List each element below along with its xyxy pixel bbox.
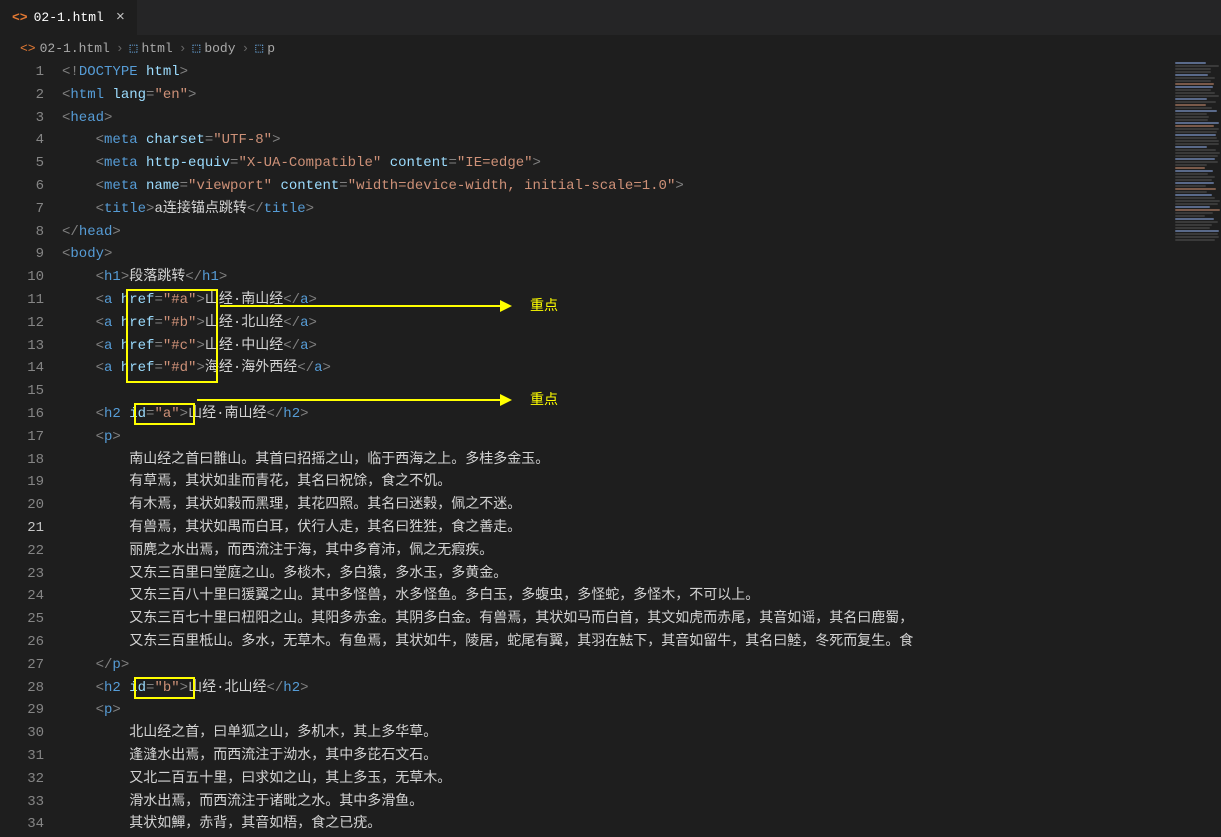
line-number: 9 [0,243,44,266]
line-number: 5 [0,152,44,175]
line-number: 2 [0,84,44,107]
code-line[interactable] [62,380,1221,403]
code-line[interactable]: <html lang="en"> [62,84,1221,107]
minimap[interactable] [1171,61,1221,837]
chevron-right-icon: › [116,41,124,56]
code-line[interactable]: <a href="#a">山经·南山经</a> [62,289,1221,312]
chevron-right-icon: › [242,41,250,56]
line-number: 10 [0,266,44,289]
code-line[interactable]: <p> [62,426,1221,449]
symbol-icon: ⬚ [193,41,201,56]
line-number: 27 [0,654,44,677]
code-line[interactable]: 又东三百七十里曰杻阳之山。其阳多赤金。其阴多白金。有兽焉，其状如马而白首，其文如… [62,608,1221,631]
code-line[interactable]: <a href="#b">山经·北山经</a> [62,312,1221,335]
code-line[interactable]: 南山经之首曰䧿山。其首曰招摇之山，临于西海之上。多桂多金玉。 [62,449,1221,472]
code-line[interactable]: 有兽焉，其状如禺而白耳，伏行人走，其名曰狌狌，食之善走。 [62,517,1221,540]
line-number: 1 [0,61,44,84]
editor-area: 1234567891011121314151617181920212223242… [0,61,1221,837]
editor[interactable]: 1234567891011121314151617181920212223242… [0,61,1221,837]
line-number: 4 [0,129,44,152]
code-line[interactable]: <a href="#d">海经·海外西经</a> [62,357,1221,380]
code-line[interactable]: 又东三百里柢山。多水，无草木。有鱼焉，其状如牛，陵居，蛇尾有翼，其羽在魼下，其音… [62,631,1221,654]
line-number: 16 [0,403,44,426]
line-number: 31 [0,745,44,768]
code-line[interactable]: </p> [62,654,1221,677]
code-content[interactable]: 重点 重点 <!DOCTYPE html><html lang="en"><he… [62,61,1221,837]
code-line[interactable]: <title>a连接锚点跳转</title> [62,198,1221,221]
line-number: 7 [0,198,44,221]
code-line[interactable]: 滑水出焉，而西流注于诸毗之水。其中多滑鱼。 [62,791,1221,814]
code-line[interactable]: <meta http-equiv="X-UA-Compatible" conte… [62,152,1221,175]
code-line[interactable]: 逢漨水出焉，而西流注于泑水，其中多芘石文石。 [62,745,1221,768]
line-number: 20 [0,494,44,517]
code-line[interactable]: 丽麂之水出焉，而西流注于海，其中多育沛，佩之无瘕疾。 [62,540,1221,563]
line-number: 25 [0,608,44,631]
line-number: 18 [0,449,44,472]
line-number: 17 [0,426,44,449]
line-number: 8 [0,221,44,244]
line-number: 12 [0,312,44,335]
line-number: 6 [0,175,44,198]
line-number: 15 [0,380,44,403]
breadcrumb-part[interactable]: p [267,41,275,56]
code-line[interactable]: <a href="#c">山经·中山经</a> [62,335,1221,358]
code-line[interactable]: </head> [62,221,1221,244]
file-html-icon: <> [12,10,28,25]
line-number: 33 [0,791,44,814]
tab-bar: <> 02-1.html × [0,0,1221,35]
line-number: 34 [0,813,44,836]
line-number: 29 [0,699,44,722]
code-line[interactable]: <h2 id="a">山经·南山经</h2> [62,403,1221,426]
breadcrumb-part[interactable]: body [204,41,235,56]
code-line[interactable]: <body> [62,243,1221,266]
breadcrumb-part[interactable]: html [141,41,172,56]
line-number: 19 [0,471,44,494]
code-line[interactable]: <meta charset="UTF-8"> [62,129,1221,152]
code-line[interactable]: <p> [62,699,1221,722]
tab-active[interactable]: <> 02-1.html × [0,0,138,35]
code-line[interactable]: 其状如鱓，赤背，其音如梧，食之已疣。 [62,813,1221,836]
code-line[interactable]: 有草焉，其状如韭而青花，其名曰祝馀，食之不饥。 [62,471,1221,494]
code-line[interactable]: 又北二百五十里，曰求如之山，其上多玉，无草木。 [62,768,1221,791]
breadcrumb[interactable]: <> 02-1.html › ⬚ html › ⬚ body › ⬚ p [0,35,1221,61]
close-icon[interactable]: × [116,9,125,26]
line-number-gutter: 1234567891011121314151617181920212223242… [0,61,62,837]
code-line[interactable]: 又东三百八十里曰猨翼之山。其中多怪兽，水多怪鱼。多白玉，多蝮虫，多怪蛇，多怪木，… [62,585,1221,608]
line-number: 13 [0,335,44,358]
code-line[interactable]: <h2 id="b">山经·北山经</h2> [62,677,1221,700]
line-number: 11 [0,289,44,312]
line-number: 23 [0,563,44,586]
line-number: 26 [0,631,44,654]
line-number: 14 [0,357,44,380]
code-line[interactable]: <!DOCTYPE html> [62,61,1221,84]
line-number: 28 [0,677,44,700]
breadcrumb-file[interactable]: 02-1.html [40,41,110,56]
line-number: 24 [0,585,44,608]
code-line[interactable]: 又东三百里曰堂庭之山。多棪木，多白猿，多水玉，多黄金。 [62,563,1221,586]
code-line[interactable]: <head> [62,107,1221,130]
symbol-icon: ⬚ [255,41,263,56]
line-number: 30 [0,722,44,745]
line-number: 3 [0,107,44,130]
code-line[interactable]: 有木焉，其状如榖而黑理，其花四照。其名曰迷榖，佩之不迷。 [62,494,1221,517]
chevron-right-icon: › [179,41,187,56]
symbol-icon: ⬚ [130,41,138,56]
code-line[interactable]: <h1>段落跳转</h1> [62,266,1221,289]
line-number: 32 [0,768,44,791]
line-number: 21 [0,517,44,540]
file-html-icon: <> [20,41,36,56]
tab-filename: 02-1.html [34,10,104,25]
code-line[interactable]: 北山经之首，曰单狐之山，多机木，其上多华草。 [62,722,1221,745]
line-number: 22 [0,540,44,563]
code-line[interactable]: <meta name="viewport" content="width=dev… [62,175,1221,198]
